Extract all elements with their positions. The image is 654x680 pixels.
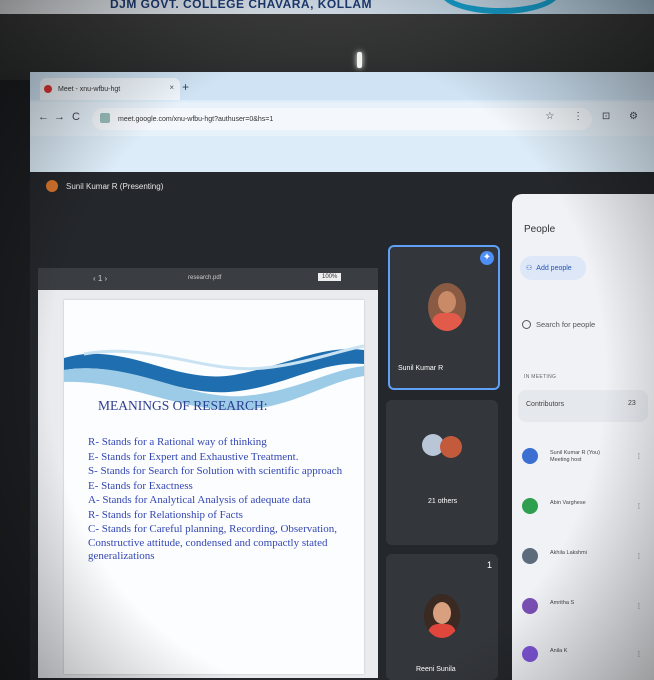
presenter-name: Sunil Kumar R (Presenting) — [66, 181, 164, 191]
tab-strip: Meet - xnu-wfbu-hgt × + — [30, 72, 654, 100]
list-item[interactable]: Abin Varghese ⁞ — [522, 494, 648, 524]
tab-title: Meet - xnu-wfbu-hgt — [58, 85, 121, 93]
pdf-viewer-toolbar: ‹ 1 › research.pdf 100% — [38, 268, 378, 290]
college-banner: DJM GOVT. COLLEGE CHAVARA, KOLLAM — [0, 0, 654, 14]
mic-icon[interactable]: ⁞ — [638, 552, 640, 561]
participant-name: Akhila Lakshmi — [550, 550, 587, 556]
slide-bullet-list: R- Stands for a Rational way of thinking… — [88, 436, 364, 565]
tab-close-icon[interactable]: × — [169, 83, 174, 92]
add-person-icon: ⚇ — [526, 265, 533, 272]
url-text: meet.google.com/xnu-wfbu-hgt?authuser=0&… — [118, 115, 274, 123]
pdf-filename: research.pdf — [188, 275, 222, 281]
slide-item: S- Stands for Search for Solution with s… — [88, 465, 343, 477]
participant-name: Reeni Sunila — [416, 666, 456, 673]
mic-icon[interactable]: ⁞ — [638, 452, 640, 461]
avatar — [522, 646, 538, 662]
extension-icons[interactable]: ☆ ⋮ ⊡ ⚙ — [545, 111, 646, 122]
participant-tile-guest[interactable]: 1 Reeni Sunila — [386, 554, 498, 680]
mic-icon[interactable]: ⁞ — [638, 602, 640, 611]
participant-name: Sunil Kumar R (You) Meeting host — [550, 450, 600, 463]
meet-window: Sunil Kumar R (Presenting) ‹ 1 › researc… — [30, 172, 654, 680]
search-icon — [522, 320, 531, 329]
panel-title: People — [524, 224, 556, 235]
browser-window: Meet - xnu-wfbu-hgt × + ← → C meet.googl… — [30, 72, 654, 182]
add-people-label: Add people — [536, 264, 572, 272]
list-item[interactable]: Akhila Lakshmi ⁞ — [522, 544, 648, 574]
contributors-group[interactable]: Contributors 23 — [518, 390, 648, 422]
people-panel: People ⚇ Add people Search for people IN… — [512, 194, 654, 680]
avatar — [440, 436, 462, 458]
slide-item: E- Stands for Expert and Exhaustive Trea… — [88, 450, 299, 463]
others-count-label: 21 others — [428, 498, 458, 505]
ceiling-light — [357, 52, 362, 68]
participant-name: Abin Varghese — [550, 500, 586, 506]
participant-tile-host[interactable]: ✦ Sunil Kumar R — [388, 245, 500, 390]
list-item[interactable]: Amritha S ⁞ — [522, 594, 648, 624]
page-navigator[interactable]: ‹ 1 › — [93, 274, 107, 283]
contributors-count: 23 — [628, 400, 636, 407]
avatar — [522, 448, 538, 464]
avatar — [424, 594, 460, 638]
reload-button[interactable]: C — [72, 111, 80, 123]
slide-item: E- Stands for Exactness — [88, 479, 193, 492]
add-people-button[interactable]: ⚇ Add people — [520, 256, 586, 280]
list-item[interactable]: Anila K ⁞ — [522, 642, 648, 672]
participant-tile-others[interactable]: 21 others — [386, 400, 498, 545]
presenter-indicator: Sunil Kumar R (Presenting) — [46, 180, 163, 192]
wave-decoration-icon — [64, 344, 364, 411]
slide-item: A- Stands for Analytical Analysis of ade… — [88, 494, 311, 506]
shared-screen: ‹ 1 › research.pdf 100% MEANINGS OF RESE… — [38, 268, 378, 678]
site-info-icon[interactable] — [100, 113, 110, 123]
participant-name: Anila K — [550, 648, 568, 654]
new-tab-button[interactable]: + — [182, 80, 189, 94]
more-options-icon[interactable]: 1 — [487, 560, 492, 570]
participant-name: Sunil Kumar R — [398, 365, 444, 372]
avatar — [522, 548, 538, 564]
mic-icon[interactable]: ⁞ — [638, 502, 640, 511]
room-background — [0, 14, 654, 80]
section-label: IN MEETING — [524, 374, 557, 380]
search-placeholder: Search for people — [536, 320, 596, 329]
forward-button[interactable]: → — [54, 111, 65, 123]
zoom-level[interactable]: 100% — [318, 273, 342, 281]
slide-item: C- Stands for Careful planning, Recordin… — [88, 523, 337, 562]
mic-icon[interactable]: ⁞ — [638, 650, 640, 659]
address-bar[interactable]: meet.google.com/xnu-wfbu-hgt?authuser=0&… — [92, 108, 592, 130]
presentation-slide: MEANINGS OF RESEARCH: R- Stands for a Ra… — [64, 300, 364, 674]
avatar — [428, 283, 466, 331]
people-search[interactable]: Search for people — [522, 320, 595, 329]
navigation-bar: ← → C meet.google.com/xnu-wfbu-hgt?authu… — [30, 102, 654, 136]
avatar — [522, 498, 538, 514]
slide-item: R- Stands for a Rational way of thinking — [88, 436, 267, 448]
list-item[interactable]: Sunil Kumar R (You) Meeting host ⁞ — [522, 444, 648, 474]
slide-item: R- Stands for Relationship of Facts — [88, 508, 243, 521]
presenter-avatar — [46, 180, 58, 192]
tab-meet[interactable]: Meet - xnu-wfbu-hgt × — [40, 78, 180, 100]
contributors-label: Contributors — [526, 401, 565, 408]
pin-icon[interactable]: ✦ — [480, 251, 494, 265]
college-logo-icon — [440, 0, 560, 14]
avatar — [522, 598, 538, 614]
participant-name: Amritha S — [550, 600, 575, 606]
banner-text: DJM GOVT. COLLEGE CHAVARA, KOLLAM — [110, 0, 373, 11]
slide-title: MEANINGS OF RESEARCH: — [98, 398, 268, 413]
recording-dot-icon — [44, 85, 52, 93]
back-button[interactable]: ← — [38, 111, 49, 123]
